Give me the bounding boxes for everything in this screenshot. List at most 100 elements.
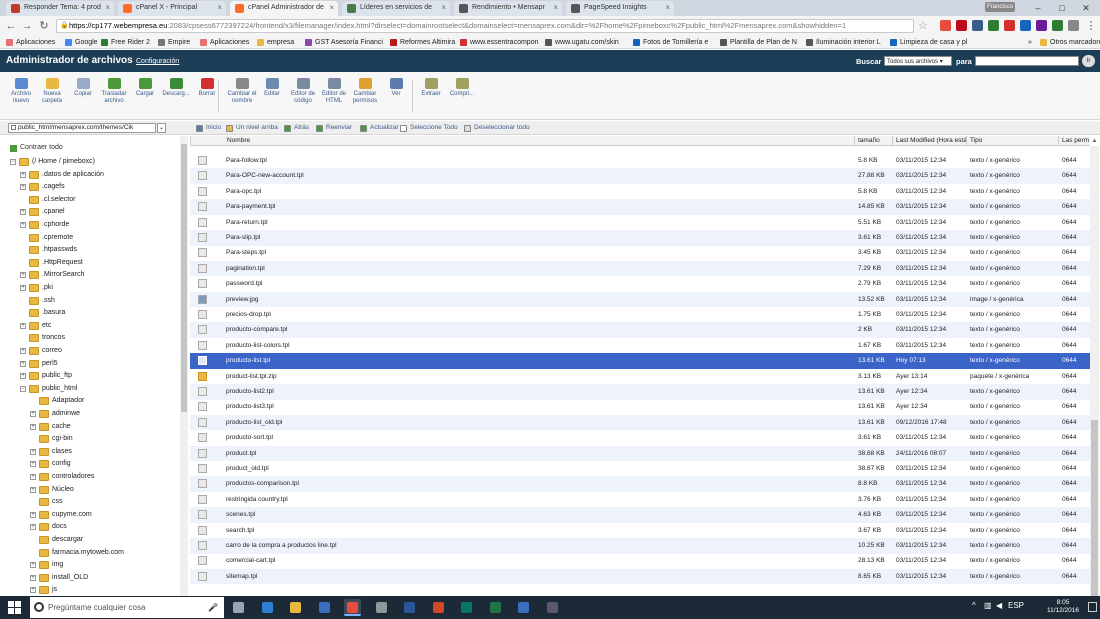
expand-icon[interactable]: + bbox=[20, 184, 26, 191]
tray-expand-icon[interactable]: ^ bbox=[972, 601, 976, 610]
table-row[interactable]: producto-list-colors.tpl 1.67 KB 03/11/201… bbox=[190, 338, 1090, 354]
close-tab-icon[interactable]: × bbox=[217, 1, 222, 15]
table-row[interactable]: Para-steps.tpl 3.45 KB 03/11/2015 12:34 tex… bbox=[190, 245, 1090, 261]
maximize-icon[interactable]: □ bbox=[1052, 1, 1072, 15]
table-row[interactable]: Para-payment.tpl 14.85 KB 03/11/2015 12:34… bbox=[190, 199, 1090, 215]
extension-icon[interactable] bbox=[1004, 20, 1015, 31]
toolbar-button[interactable]: Cambiar el nombre bbox=[226, 78, 258, 105]
toolbar-button[interactable]: Ver bbox=[380, 78, 412, 98]
toolbar-button[interactable]: Compri... bbox=[446, 78, 478, 98]
expand-icon[interactable]: + bbox=[30, 411, 36, 417]
bookmark-item[interactable]: empresa bbox=[257, 37, 294, 48]
expand-icon[interactable]: + bbox=[30, 461, 36, 468]
minimize-icon[interactable]: – bbox=[1028, 1, 1048, 15]
table-row[interactable]: preview.jpg 13.52 KB 03/11/2015 12:34 image… bbox=[190, 291, 1090, 308]
file-list-scroll-thumb[interactable] bbox=[1091, 420, 1098, 596]
task-view-icon[interactable] bbox=[230, 599, 247, 616]
settings-link[interactable]: Configuración bbox=[136, 58, 179, 65]
url-bar[interactable]: 🔒 https://cp177.webempresa.eu:2083/cpses… bbox=[56, 19, 914, 33]
column-header[interactable]: Last Modified (Hora está bbox=[892, 136, 966, 146]
path-go-button[interactable]: ⌄ bbox=[157, 123, 166, 133]
close-tab-icon[interactable]: × bbox=[553, 1, 558, 15]
bookmark-item[interactable]: Limpieza de casa y pl bbox=[890, 37, 967, 48]
bookmark-item[interactable]: Fotos de Tornillería e bbox=[633, 37, 708, 48]
search-go-button[interactable]: Ir bbox=[1082, 55, 1095, 67]
table-row[interactable]: producto-sort.tpl 3.61 KB 03/11/2015 12:34… bbox=[190, 430, 1090, 446]
expand-icon[interactable]: + bbox=[20, 222, 26, 228]
reload-icon[interactable]: ↻ bbox=[37, 19, 51, 33]
table-row[interactable]: product_old.tpl 38.67 KB 03/11/2015 12:34 t… bbox=[190, 461, 1090, 477]
extension-icon[interactable] bbox=[1036, 20, 1047, 31]
search-input[interactable] bbox=[975, 56, 1079, 66]
menu-icon[interactable]: ⋮ bbox=[1084, 19, 1098, 33]
column-header[interactable]: Tipo bbox=[966, 136, 1058, 146]
toolbar-button[interactable]: Editar bbox=[256, 78, 288, 98]
table-row[interactable]: producto-compare.tpl 2 KB 03/11/2015 12:34… bbox=[190, 322, 1090, 338]
tree-scroll-thumb[interactable] bbox=[181, 144, 187, 412]
forward-icon[interactable]: → bbox=[20, 19, 34, 33]
search-scope-select[interactable]: Todos sus archivos ▾ bbox=[884, 56, 952, 66]
bookmark-item[interactable]: Aplicaciones bbox=[200, 37, 249, 48]
bookmark-item[interactable]: Free Rider 2 bbox=[101, 37, 150, 48]
expand-icon[interactable]: + bbox=[20, 348, 26, 354]
collapse-icon[interactable]: − bbox=[10, 159, 16, 165]
column-header[interactable]: Nombre bbox=[190, 136, 854, 146]
expand-icon[interactable]: + bbox=[20, 360, 26, 367]
toolbar-button[interactable]: Editor de código bbox=[287, 78, 319, 105]
bookmark-item[interactable]: www.essentracompon bbox=[460, 37, 538, 48]
expand-icon[interactable]: + bbox=[20, 171, 26, 178]
expand-icon[interactable]: + bbox=[30, 562, 36, 569]
extension-icon[interactable] bbox=[1068, 20, 1079, 31]
toolbar-button[interactable]: Cargar bbox=[129, 78, 161, 98]
language-indicator[interactable]: ESP bbox=[1008, 601, 1024, 610]
close-tab-icon[interactable]: × bbox=[329, 1, 334, 15]
bookmark-item[interactable]: Reformes Altimira bbox=[390, 37, 455, 48]
toolbar-button[interactable]: Cambiar permisos bbox=[349, 78, 381, 105]
expand-icon[interactable]: + bbox=[30, 587, 36, 594]
browser-tab[interactable]: Responder Tema: 4 prod × bbox=[6, 1, 114, 16]
store-icon[interactable] bbox=[316, 599, 333, 616]
expand-icon[interactable]: + bbox=[20, 272, 26, 279]
toolbar-button[interactable]: Trasladar archivo bbox=[98, 78, 130, 105]
path-action[interactable]: Actualizar bbox=[360, 123, 399, 133]
powerpoint-icon[interactable] bbox=[430, 599, 447, 616]
new-tab-button[interactable] bbox=[648, 3, 664, 14]
extension-icon[interactable] bbox=[1052, 20, 1063, 31]
publisher-icon[interactable] bbox=[458, 599, 475, 616]
column-header[interactable]: Las perm bbox=[1058, 136, 1090, 146]
table-row[interactable]: password.tpl 2.79 KB 03/11/2015 12:34 texto… bbox=[190, 276, 1090, 292]
table-row[interactable]: search.tpl 3.67 KB 03/11/2015 12:34 texto /… bbox=[190, 523, 1090, 539]
toolbar-button[interactable]: Archivo nuevo bbox=[5, 78, 37, 105]
excel-icon[interactable] bbox=[487, 599, 504, 616]
table-row[interactable]: producto-list2.tpl 13.61 KB Ayer 12:34 text… bbox=[190, 384, 1090, 400]
table-row[interactable]: Para-follow.tpl 5.8 KB 03/11/2015 12:34 tex… bbox=[190, 153, 1090, 169]
collapse-icon[interactable]: − bbox=[20, 385, 26, 392]
bookmark-item[interactable]: GST Asesoría Financi bbox=[305, 37, 383, 48]
toolbar-button[interactable]: Copiar bbox=[67, 78, 99, 98]
expand-icon[interactable]: + bbox=[30, 423, 36, 430]
expand-icon[interactable]: + bbox=[30, 474, 36, 480]
clock[interactable]: 8:05 11/12/2016 bbox=[1042, 599, 1084, 615]
profile-button[interactable]: Francisco bbox=[985, 2, 1015, 12]
back-icon[interactable]: ← bbox=[4, 19, 18, 33]
microphone-icon[interactable]: 🎤 bbox=[208, 597, 218, 618]
extension-icon[interactable] bbox=[1020, 20, 1031, 31]
app-gray-icon[interactable] bbox=[373, 599, 390, 616]
notifications-icon[interactable] bbox=[1088, 602, 1097, 612]
pinterest-icon[interactable] bbox=[956, 20, 967, 31]
close-window-icon[interactable]: ✕ bbox=[1076, 1, 1096, 15]
extension-icon[interactable] bbox=[940, 20, 951, 31]
path-action[interactable]: Deseleccionar todo bbox=[464, 123, 530, 133]
table-row[interactable]: scenes.tpl 4.63 KB 03/11/2015 12:34 texto /… bbox=[190, 507, 1090, 523]
windows-start-icon[interactable] bbox=[8, 601, 21, 614]
expand-icon[interactable]: + bbox=[30, 511, 36, 518]
collapse-all-link[interactable]: Contraer todo bbox=[10, 144, 63, 152]
table-row[interactable]: Para-opc.tpl 5.8 KB 03/11/2015 12:34 texto … bbox=[190, 184, 1090, 200]
table-row[interactable]: producto-list3.tpl 13.61 KB Ayer 12:34 text… bbox=[190, 399, 1090, 415]
bookmark-item[interactable]: Empire bbox=[158, 37, 190, 48]
bookmark-item[interactable]: Plantilla de Plan de N bbox=[720, 37, 797, 48]
column-header[interactable]: tamaño bbox=[854, 136, 892, 146]
path-action[interactable]: Atrás bbox=[284, 123, 309, 133]
path-action[interactable]: Reenviar bbox=[316, 123, 352, 133]
bookmarks-overflow[interactable]: » bbox=[1028, 37, 1032, 48]
